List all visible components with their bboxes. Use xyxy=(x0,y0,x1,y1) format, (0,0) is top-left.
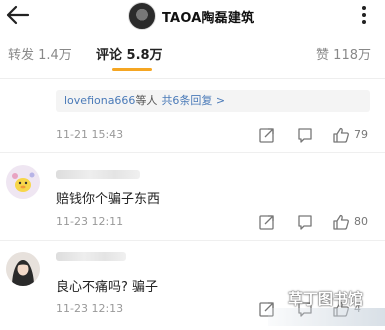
reply-preview-count[interactable]: 共6条回复 > xyxy=(161,94,225,107)
comment-time: 11-23 12:13 xyxy=(56,302,124,315)
comment-time: 11-21 15:43 xyxy=(56,128,124,141)
thumbs-up-icon[interactable] xyxy=(332,126,350,144)
share-icon[interactable] xyxy=(258,213,276,231)
site-watermark: 草丁图书馆 xyxy=(268,284,385,330)
page-title-group[interactable]: TAOA陶磊建筑 xyxy=(128,2,254,30)
back-arrow-icon[interactable] xyxy=(4,2,30,28)
user-avatar[interactable] xyxy=(6,252,40,286)
tab-like[interactable]: 赞 118万 xyxy=(316,44,371,63)
comment-text: 赔钱你个骗子东西 xyxy=(56,192,161,207)
comment-meta-row: 11-21 15:43 79 xyxy=(56,126,374,144)
comment-time: 11-23 12:11 xyxy=(56,215,124,228)
account-avatar[interactable] xyxy=(128,2,156,30)
like-count: 79 xyxy=(354,128,368,141)
reply-icon[interactable] xyxy=(296,126,314,144)
portrait-avatar-icon xyxy=(6,252,40,286)
share-icon[interactable] xyxy=(258,126,276,144)
comment-meta-row: 11-23 12:11 80 xyxy=(56,213,374,231)
like-count: 80 xyxy=(354,215,368,228)
comment-text: 良心不痛吗? 骗子 xyxy=(56,280,159,295)
reply-preview-suffix: 等人 xyxy=(135,94,158,107)
duck-avatar-icon xyxy=(6,165,40,199)
user-avatar[interactable] xyxy=(6,165,40,199)
thumbs-up-icon[interactable] xyxy=(332,213,350,231)
top-bar: TAOA陶磊建筑 xyxy=(0,0,385,30)
watermark-text: 草丁图书馆 xyxy=(288,290,364,308)
reply-preview-user[interactable]: lovefiona666 xyxy=(64,94,135,107)
watermark-band xyxy=(268,308,385,326)
comment-page: TAOA陶磊建筑 转发 1.4万 评论 5.8万 赞 118万 lovefion… xyxy=(0,0,385,330)
tab-repost[interactable]: 转发 1.4万 xyxy=(8,44,72,63)
comment-divider xyxy=(0,240,385,241)
tab-bar: 转发 1.4万 评论 5.8万 赞 118万 xyxy=(0,38,385,79)
comment-divider xyxy=(0,152,385,153)
page-title: TAOA陶磊建筑 xyxy=(162,10,255,26)
active-tab-indicator xyxy=(112,68,152,71)
blurred-username xyxy=(56,252,126,261)
tab-comment[interactable]: 评论 5.8万 xyxy=(96,44,163,63)
more-options-icon[interactable] xyxy=(353,4,375,26)
reply-icon[interactable] xyxy=(296,213,314,231)
blurred-username xyxy=(56,170,140,179)
reply-preview[interactable]: lovefiona666等人 共6条回复 > xyxy=(56,90,370,112)
